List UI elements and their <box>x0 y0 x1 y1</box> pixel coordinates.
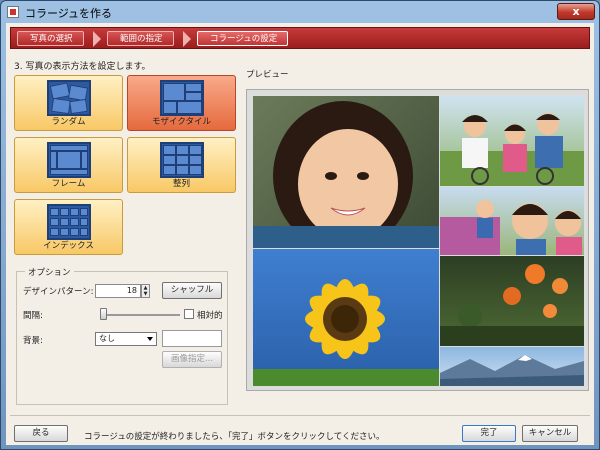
options-group: オプション デザインパターン: 18 ▲ ▼ シャッフル 間隔: 相対的 背景:… <box>16 266 228 405</box>
preview-panel <box>246 89 589 391</box>
family-photo-image <box>440 113 584 186</box>
relative-checkbox[interactable] <box>184 309 194 319</box>
preview-photo-mountains <box>440 347 584 386</box>
collage-window: コラージュを作る x 写真の選択 範囲の指定 コラージュの設定 3. 写真の表示… <box>0 0 600 450</box>
layout-label: インデックス <box>43 241 94 251</box>
preview-photo-kids <box>440 187 584 255</box>
cancel-button[interactable]: キャンセル <box>522 425 578 442</box>
girl-photo-image <box>253 101 439 248</box>
spacing-label: 間隔: <box>23 311 43 321</box>
design-pattern-label: デザインパターン: <box>23 287 94 297</box>
step-collage-settings[interactable]: コラージュの設定 <box>197 31 289 46</box>
title-bar[interactable]: コラージュを作る x <box>1 1 599 23</box>
step-arrow-icon <box>183 31 191 47</box>
footer-message: コラージュの設定が終わりましたら、「完了」ボタンをクリックしてください。 <box>84 432 385 442</box>
grid-layout-icon <box>160 142 204 178</box>
random-layout-icon <box>47 80 91 116</box>
mosaic-layout-icon <box>160 80 204 116</box>
preview-photo-girl <box>253 96 439 248</box>
preview-photo-sunflower <box>253 249 439 386</box>
layout-label: フレーム <box>51 179 86 189</box>
mountains-photo-image <box>440 355 584 386</box>
section-title: 3. 写真の表示方法を設定します。 <box>14 62 151 72</box>
finish-button[interactable]: 完了 <box>462 425 516 442</box>
background-value: なし <box>99 334 115 343</box>
dialog-client: 写真の選択 範囲の指定 コラージュの設定 3. 写真の表示方法を設定します。 ラ… <box>6 23 594 445</box>
layout-frame-button[interactable]: フレーム <box>14 137 123 193</box>
chevron-down-icon <box>147 337 153 341</box>
layout-mosaic-tile-button[interactable]: モザイクタイル <box>127 75 236 131</box>
preview-photo-family <box>440 96 584 186</box>
image-specify-button[interactable]: 画像指定... <box>162 351 222 368</box>
back-button[interactable]: 戻る <box>14 425 68 442</box>
spacing-slider-thumb[interactable] <box>100 308 107 320</box>
background-select[interactable]: なし <box>95 332 157 346</box>
wizard-steps: 写真の選択 範囲の指定 コラージュの設定 <box>10 27 590 49</box>
layout-random-button[interactable]: ランダム <box>14 75 123 131</box>
step-arrow-icon <box>93 31 101 47</box>
preview-photo-flowers <box>440 256 584 346</box>
sunflower-photo-image <box>253 279 439 386</box>
spin-down-icon[interactable]: ▼ <box>142 291 149 297</box>
step-specify-range[interactable]: 範囲の指定 <box>107 31 174 46</box>
footer-separator <box>10 415 590 416</box>
app-icon <box>7 6 19 18</box>
index-layout-icon <box>47 204 91 240</box>
shuffle-button[interactable]: シャッフル <box>162 282 222 299</box>
preview-label: プレビュー <box>246 70 289 80</box>
relative-label: 相対的 <box>197 311 223 321</box>
window-title: コラージュを作る <box>25 7 113 20</box>
layout-label: 整列 <box>172 179 190 189</box>
design-pattern-input[interactable]: 18 <box>95 284 141 298</box>
layout-label: モザイクタイル <box>152 117 211 127</box>
kids-photo-image <box>440 200 582 255</box>
spacing-slider-track[interactable] <box>104 314 180 316</box>
background-label: 背景: <box>23 336 43 346</box>
frame-layout-icon <box>47 142 91 178</box>
options-legend: オプション <box>25 266 74 278</box>
flowers-photo-image <box>440 264 584 346</box>
background-color-box <box>162 330 222 347</box>
layout-grid-button[interactable]: 整列 <box>127 137 236 193</box>
step-select-photos[interactable]: 写真の選択 <box>17 31 84 46</box>
layout-label: ランダム <box>51 117 86 127</box>
close-button[interactable]: x <box>557 3 595 20</box>
design-pattern-spinner[interactable]: ▲ ▼ <box>141 284 150 298</box>
layout-index-button[interactable]: インデックス <box>14 199 123 255</box>
